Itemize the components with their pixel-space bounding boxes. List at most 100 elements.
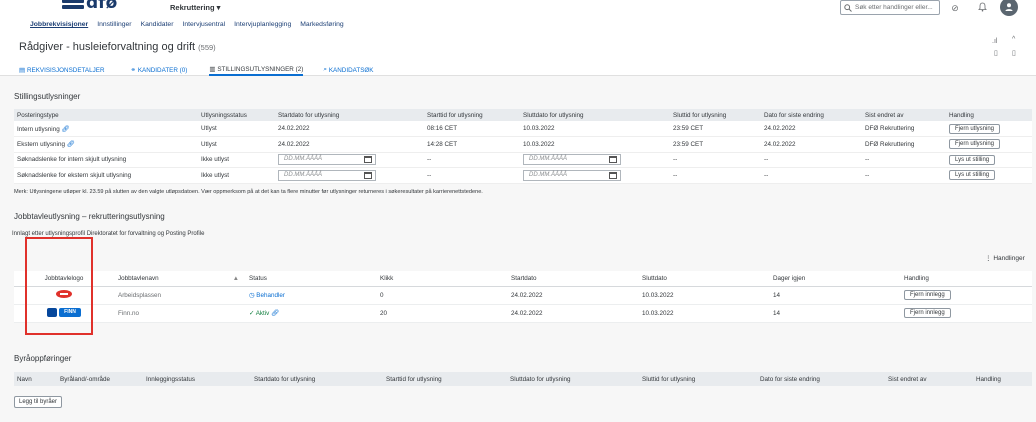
remove-posting-button[interactable]: Fjern utlysning xyxy=(949,123,1001,134)
document-icon: ▤ xyxy=(19,66,25,74)
postings-table: Posteringstype Utlysningsstatus Startdat… xyxy=(14,109,1032,184)
col-sist-endret-av: Sist endret av xyxy=(862,109,946,121)
col-handling: Handling xyxy=(900,271,1032,287)
postings-header-row: Posteringstype Utlysningsstatus Startdat… xyxy=(14,109,1032,121)
col-dager-igjen: Dager igjen xyxy=(769,271,900,287)
end-date-input[interactable]: DD.MM.ÅÅÅÅ xyxy=(523,154,621,166)
jobboards-table: Jobbtavlelogo Jobbtavlenavn ▲ Status Klik… xyxy=(14,271,1032,323)
postings-note: Merk: Utlysningene utløper kl. 23.59 på … xyxy=(14,189,483,195)
remove-posting-button[interactable]: Fjern utlysning xyxy=(949,139,1001,150)
chevron-up-icon[interactable]: ^ xyxy=(1012,36,1015,43)
col-jobbtavlenavn[interactable]: Jobbtavlenavn ▲ xyxy=(114,271,245,287)
calendar-icon[interactable] xyxy=(609,156,617,164)
tab-kandidater[interactable]: ⚭ KANDIDATER (0) xyxy=(131,64,188,76)
start-date-input[interactable]: DD.MM.ÅÅÅÅ xyxy=(278,169,376,181)
jobboards-actions-menu[interactable]: ⋮ Handlinger xyxy=(985,254,1025,262)
col-navn: Navn xyxy=(14,372,57,386)
remove-listing-button[interactable]: Fjern innlegg xyxy=(904,290,951,300)
action-search-input[interactable]: Søk etter handlinger eller... xyxy=(840,0,940,15)
link-icon[interactable]: 🔗︎ xyxy=(67,141,75,148)
search-icon xyxy=(844,4,852,12)
table-row: Søknadslenke for intern skjult utlysning… xyxy=(14,152,1032,168)
trash-icon[interactable]: ▯ xyxy=(1012,49,1016,57)
nav-kandidater[interactable]: Kandidater xyxy=(141,21,174,28)
col-sluttdato: Sluttdato for utlysning xyxy=(507,372,639,386)
col-klikk: Klikk xyxy=(376,271,507,287)
jobboards-header-row: Jobbtavlelogo Jobbtavlenavn ▲ Status Klik… xyxy=(14,271,1032,287)
link-icon[interactable]: 🔗︎ xyxy=(61,126,69,133)
col-siste-endring: Dato for siste endring xyxy=(757,372,885,386)
requisition-id: (559) xyxy=(198,43,216,52)
search-people-icon: ⌕ xyxy=(323,66,327,73)
tab-rekvisisjonsdetaljer[interactable]: ▤ REKVISISJONSDETALJER xyxy=(19,64,105,76)
end-date-input[interactable]: DD.MM.ÅÅÅÅ xyxy=(523,169,621,181)
page-title: Rådgiver - husleieforvaltning og drift (… xyxy=(19,41,216,53)
col-handling: Handling xyxy=(946,109,1032,121)
user-icon xyxy=(1005,3,1013,11)
calendar-icon[interactable] xyxy=(364,171,372,179)
col-sluttdato: Sluttdato xyxy=(638,271,769,287)
highlight-box xyxy=(25,237,93,335)
table-row: Søknadslenke for ekstern skjult utlysnin… xyxy=(14,167,1032,184)
agency-table: Navn Byråland/-område Innleggingsstatus … xyxy=(14,372,1032,386)
col-utlysningsstatus: Utlysningsstatus xyxy=(198,109,275,121)
more-vertical-icon: ⋮ xyxy=(985,255,992,262)
col-posteringstype: Posteringstype xyxy=(14,109,198,121)
col-sist-endret-av: Sist endret av xyxy=(885,372,973,386)
col-innleggingsstatus: Innleggingsstatus xyxy=(143,372,251,386)
nav-intervjuplanlegging[interactable]: Intervjuplanlegging xyxy=(234,21,291,28)
col-sluttid: Sluttid for utlysning xyxy=(639,372,757,386)
table-row: Ekstern utlysning 🔗︎ Utlyst 24.02.2022 1… xyxy=(14,136,1032,153)
add-agencies-button[interactable]: Legg til byråer xyxy=(14,396,63,408)
col-starttid: Starttid for utlysning xyxy=(383,372,507,386)
checkmark-icon: ✓ xyxy=(249,310,255,317)
nav-markedsforing[interactable]: Markedsføring xyxy=(300,21,343,28)
col-handling: Handling xyxy=(973,372,1032,386)
col-startdato: Startdato for utlysning xyxy=(251,372,383,386)
link-icon[interactable]: 🔗︎ xyxy=(271,310,279,317)
calendar-icon[interactable] xyxy=(364,156,372,164)
col-status: Status xyxy=(245,271,376,287)
dfo-logo[interactable]: dfø xyxy=(62,0,142,15)
postings-section-title: Stillingsutlysninger xyxy=(14,92,81,101)
clipboard-icon: ▥ xyxy=(209,65,216,73)
tab-bar: ▤ REKVISISJONSDETALJER ⚭ KANDIDATER (0) ▥ S… xyxy=(19,64,374,76)
search-placeholder: Søk etter handlinger eller... xyxy=(855,4,933,11)
table-row: Intern utlysning 🔗︎ Utlyst 24.02.2022 08… xyxy=(14,121,1032,137)
app-title-menu[interactable]: Rekruttering ▾ xyxy=(170,3,220,12)
logo-text: dfø xyxy=(86,0,118,13)
agency-section-title: Byråoppføringer xyxy=(14,354,72,363)
main-nav: Jobbrekvisisjoner Innstillinger Kandidat… xyxy=(30,21,344,28)
post-job-button[interactable]: Lys ut stilling xyxy=(949,170,996,181)
col-siste-endring: Dato for siste endring xyxy=(761,109,862,121)
tab-stillingsutlysninger[interactable]: ▥ STILLINGSUTLYSNINGER (2) xyxy=(209,64,304,76)
processing-icon: ◷ xyxy=(249,291,255,299)
col-starttid: Starttid for utlysning xyxy=(424,109,520,121)
nav-jobbrekvisisjoner[interactable]: Jobbrekvisisjoner xyxy=(30,21,88,28)
shell-bar: dfø Rekruttering ▾ Jobbrekvisisjoner Inn… xyxy=(0,0,1036,34)
candidates-icon: ⚭ xyxy=(130,66,136,74)
start-date-input[interactable]: DD.MM.ÅÅÅÅ xyxy=(278,154,376,166)
settings-icon[interactable]: ⊘ xyxy=(949,2,961,14)
grid-icon[interactable]: ▯ xyxy=(994,49,998,57)
object-header: Rådgiver - husleieforvaltning og drift (… xyxy=(0,34,1036,76)
calendar-icon[interactable] xyxy=(609,171,617,179)
remove-listing-button[interactable]: Fjern innlegg xyxy=(904,308,951,318)
chart-icon[interactable]: .ıl xyxy=(992,38,997,45)
post-job-button[interactable]: Lys ut stilling xyxy=(949,154,996,165)
user-avatar[interactable] xyxy=(1000,0,1018,16)
tab-kandidatsok[interactable]: ⌕ KANDIDATSØK xyxy=(323,64,373,76)
agency-header-row: Navn Byråland/-område Innleggingsstatus … xyxy=(14,372,1032,386)
jobboards-section-title: Jobbtavleutlysning – rekrutteringsutlysn… xyxy=(14,212,165,221)
nav-innstillinger[interactable]: Innstillinger xyxy=(97,21,131,28)
table-row: FINN Finn.no ✓ Aktiv 🔗︎ 20 24.02.2022 10… xyxy=(14,304,1032,323)
col-startdato: Startdato xyxy=(507,271,638,287)
table-row: Arbeidsplassen ◷ Behandler 0 24.02.2022 … xyxy=(14,286,1032,305)
sort-icon[interactable]: ▲ xyxy=(233,275,239,282)
col-sluttid: Sluttid for utlysning xyxy=(670,109,761,121)
col-byraland: Byråland/-område xyxy=(57,372,143,386)
col-sluttdato: Sluttdato for utlysning xyxy=(520,109,670,121)
col-startdato: Startdato for utlysning xyxy=(275,109,424,121)
bell-icon[interactable] xyxy=(976,2,988,14)
nav-intervjusentral[interactable]: Intervjusentral xyxy=(182,21,225,28)
